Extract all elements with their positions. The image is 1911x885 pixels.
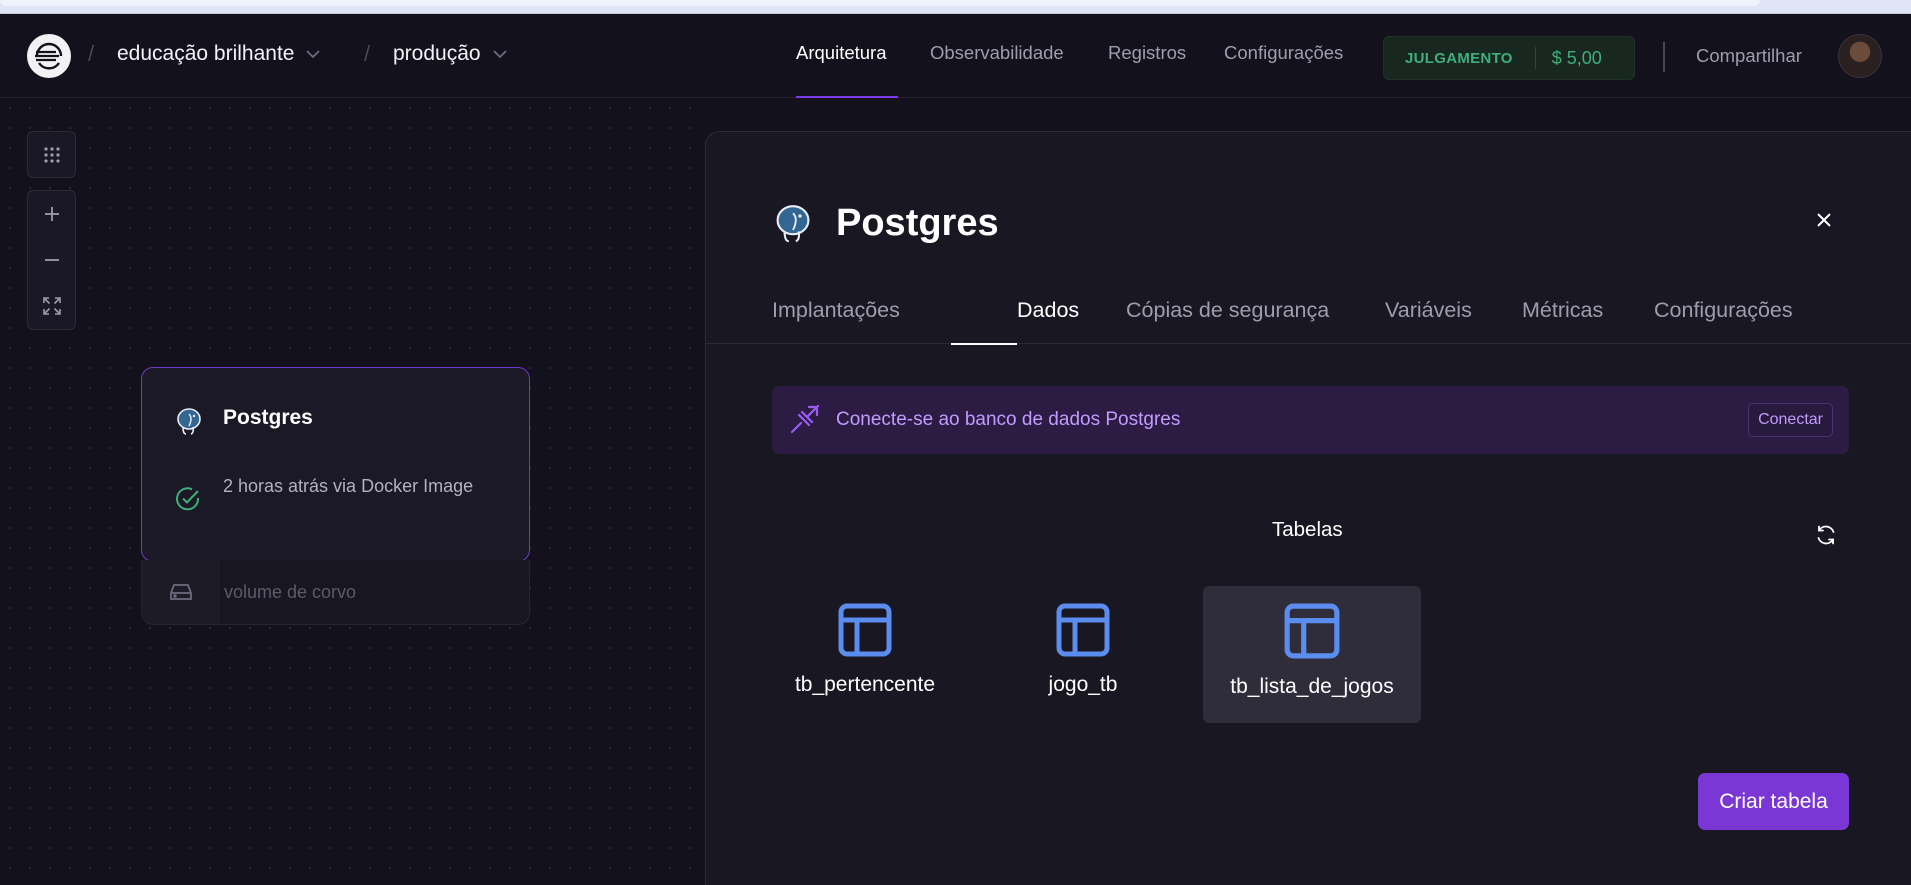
- table-name: tb_pertencente: [794, 673, 936, 696]
- project-selector[interactable]: educação brilhante: [117, 42, 321, 66]
- hard-drive-icon: [170, 584, 192, 600]
- create-table-button[interactable]: Criar tabela: [1698, 773, 1849, 830]
- divider: [1663, 42, 1665, 72]
- grid-icon[interactable]: [28, 132, 75, 178]
- divider: [1534, 47, 1536, 69]
- connect-banner: Conecte-se ao banco de dados Postgres Co…: [772, 386, 1849, 454]
- tab-metricas[interactable]: Métricas: [1522, 298, 1603, 323]
- panel-title: Postgres: [836, 202, 999, 244]
- app-logo-icon[interactable]: [27, 34, 71, 78]
- canvas-zoom-toolbar: [27, 190, 76, 330]
- table-icon: [837, 602, 893, 663]
- table-name: jogo_tb: [1048, 673, 1118, 696]
- tab-dados[interactable]: Dados: [1017, 298, 1079, 323]
- tab-implantacoes[interactable]: Implantações: [772, 298, 900, 323]
- volume-attachment[interactable]: volume de corvo: [141, 560, 530, 625]
- table-name: tb_lista_de_jogos: [1230, 675, 1394, 698]
- postgres-service-card[interactable]: Postgres 2 horas atrás via Docker Image: [141, 367, 530, 562]
- user-avatar[interactable]: [1838, 34, 1882, 78]
- share-button[interactable]: Compartilhar: [1696, 45, 1802, 67]
- project-name: educação brilhante: [117, 42, 295, 65]
- nav-arquitetura[interactable]: Arquitetura: [796, 42, 887, 64]
- chevron-down-icon: [306, 46, 321, 62]
- zoom-in-icon[interactable]: [28, 191, 75, 237]
- chevron-down-icon: [492, 46, 507, 62]
- nav-observabilidade[interactable]: Observabilidade: [930, 42, 1064, 64]
- trial-amount: $ 5,00: [1551, 47, 1602, 68]
- postgres-elephant-icon: [772, 202, 814, 249]
- tables-heading: Tabelas: [1272, 518, 1343, 541]
- nav-registros[interactable]: Registros: [1108, 42, 1186, 64]
- table-item[interactable]: jogo_tb: [974, 586, 1192, 723]
- environment-selector[interactable]: produção: [393, 42, 507, 66]
- browser-tabbar: [0, 0, 1760, 6]
- check-circle-icon: [175, 486, 201, 517]
- service-details-panel: Postgres Implantações Dados Cópias de se…: [705, 131, 1911, 885]
- plug-connect-icon: [789, 403, 821, 440]
- table-item[interactable]: tb_pertencente: [756, 586, 974, 723]
- trial-label: JULGAMENTO: [1405, 49, 1513, 67]
- volume-name: volume de corvo: [224, 582, 357, 602]
- nav-active-indicator: [796, 96, 898, 98]
- top-navbar: / educação brilhante / produção Arquitet…: [0, 14, 1911, 98]
- deployment-status: 2 horas atrás via Docker Image: [223, 476, 474, 496]
- environment-name: produção: [393, 42, 481, 65]
- table-icon: [1283, 602, 1341, 665]
- connect-text: Conecte-se ao banco de dados Postgres: [836, 409, 1181, 430]
- fit-view-icon[interactable]: [28, 283, 75, 329]
- service-name: Postgres: [223, 406, 313, 429]
- table-icon: [1055, 602, 1111, 663]
- breadcrumb-separator: /: [88, 41, 95, 66]
- nav-configuracoes[interactable]: Configurações: [1224, 42, 1343, 64]
- breadcrumb-separator: /: [364, 41, 371, 66]
- zoom-out-icon[interactable]: [28, 237, 75, 283]
- active-tab-indicator: [951, 343, 1017, 345]
- tab-configuracoes[interactable]: Configurações: [1654, 298, 1793, 323]
- postgres-elephant-icon: [174, 406, 204, 441]
- tabs-divider: [706, 343, 1911, 344]
- canvas-grid-toolbar: [27, 131, 76, 178]
- trial-badge[interactable]: JULGAMENTO $ 5,00: [1383, 36, 1635, 80]
- connect-button[interactable]: Conectar: [1748, 403, 1833, 437]
- browser-chrome: [0, 0, 1911, 14]
- tab-variaveis[interactable]: Variáveis: [1385, 298, 1472, 323]
- close-icon[interactable]: [1816, 212, 1832, 233]
- table-item-selected[interactable]: tb_lista_de_jogos: [1203, 586, 1421, 723]
- refresh-icon[interactable]: [1815, 524, 1837, 551]
- disk-icon-box: [142, 560, 220, 624]
- tab-copias-de-seguranca[interactable]: Cópias de segurança: [1126, 298, 1329, 323]
